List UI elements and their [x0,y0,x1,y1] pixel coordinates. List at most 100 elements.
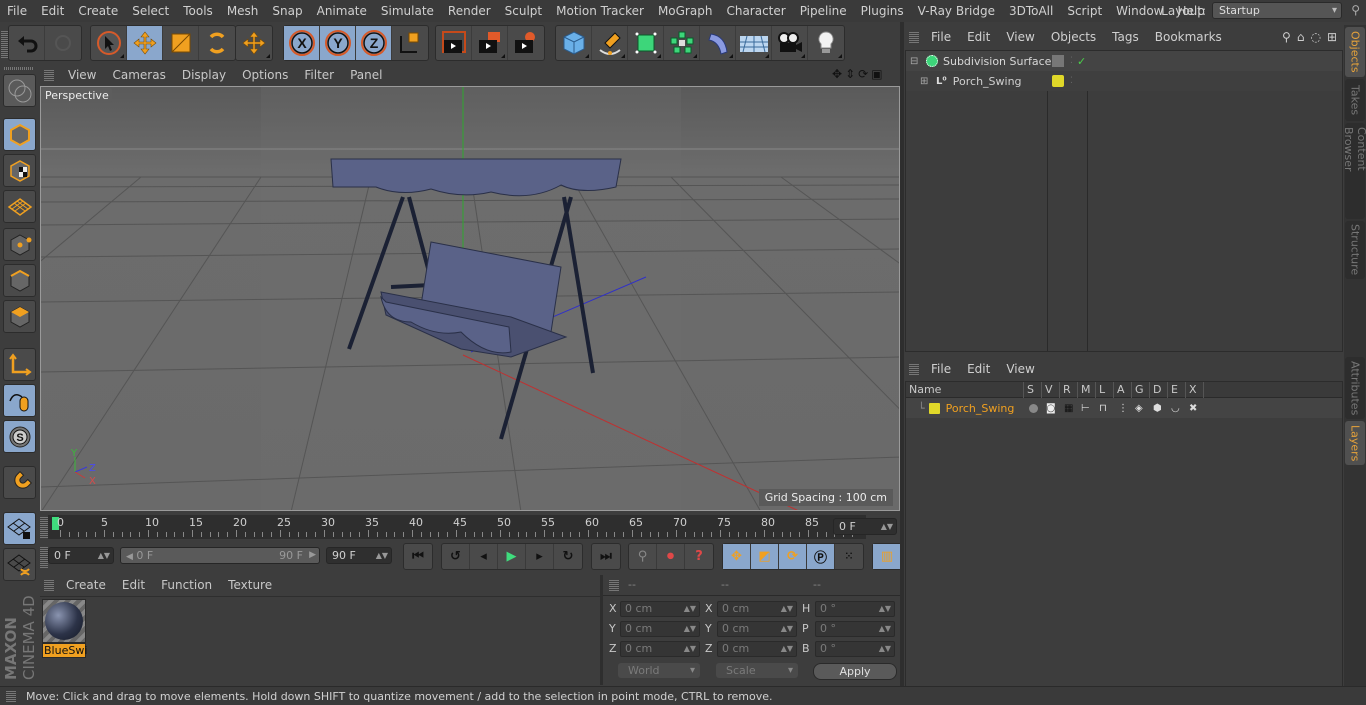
play-button[interactable]: ▶ [498,544,526,569]
object-row-porch-swing[interactable]: ⊞ L⁰ Porch_Swing ⁚ [906,71,1342,91]
visibility-dots-icon[interactable]: ⁚ [1070,76,1073,86]
tab-takes[interactable]: Takes [1345,79,1365,121]
layout-dropdown[interactable]: Startup [1212,2,1342,19]
tab-objects[interactable]: Objects [1345,27,1365,77]
material-menu-texture[interactable]: Texture [220,578,280,592]
key-parameter-button[interactable]: Ⓟ [807,544,835,569]
render-settings-button[interactable] [508,26,544,60]
layer-row[interactable]: └ Porch_Swing ◙ ▦ ⊢ ⊓ ⋮ ◈ ⬢ ◡ ✖ [906,398,1342,418]
rotate-tool-button[interactable] [199,26,235,60]
x-axis-button[interactable]: X [284,26,320,60]
viewport-menu-options[interactable]: Options [234,68,296,82]
object-name[interactable]: Porch_Swing [953,75,1022,88]
menu-edit[interactable]: Edit [34,4,71,18]
expression-icon[interactable]: ◡ [1171,403,1180,414]
record-button[interactable]: ⏺ [657,544,685,569]
edges-mode-button[interactable] [3,264,36,297]
render-picture-viewer-button[interactable] [472,26,508,60]
texture-mode-button[interactable] [3,154,36,187]
go-to-end-button[interactable]: ⏭ [592,544,620,569]
menu-tools[interactable]: Tools [176,4,220,18]
coordinates-grip[interactable] [609,579,619,591]
object-row-subdivision[interactable]: ⊟ Subdivision Surface ⁚ ✓ [906,51,1342,71]
snap-mode-button[interactable]: S [3,420,36,453]
layer-color-swatch[interactable] [928,402,940,414]
generator-icon[interactable]: ◈ [1135,403,1143,414]
column-locked[interactable]: L [1096,382,1114,398]
expand-icon[interactable]: ⊞ [920,76,932,87]
objects-menu-objects[interactable]: Objects [1043,30,1104,44]
menu-pipeline[interactable]: Pipeline [793,4,854,18]
cloner-button[interactable] [664,26,700,60]
position-x-field[interactable]: 0 cm ▲▼ [620,601,700,617]
viewport-3d[interactable]: Y Z X Grid Spacing : 100 cm [40,86,900,511]
left-toolbar-grip[interactable] [4,67,34,70]
end-frame-field[interactable]: 90 F ▲▼ [326,547,392,564]
menu-file[interactable]: File [0,4,34,18]
material-menu-edit[interactable]: Edit [114,578,153,592]
menu-create[interactable]: Create [71,4,125,18]
tab-content-browser[interactable]: Content Browser [1342,123,1366,219]
rotation-p-field[interactable]: 0 ° ▲▼ [815,621,895,637]
scale-tool-button[interactable] [163,26,199,60]
size-x-field[interactable]: 0 cm ▲▼ [717,601,797,617]
column-manager[interactable]: M [1078,382,1096,398]
menu-character[interactable]: Character [719,4,792,18]
column-generators[interactable]: G [1132,382,1150,398]
workplane-align-button[interactable] [3,548,36,581]
column-deformers[interactable]: D [1150,382,1168,398]
objects-menu-bookmarks[interactable]: Bookmarks [1147,30,1230,44]
render-view-button[interactable] [436,26,472,60]
undo-button[interactable] [9,26,45,60]
model-mode-button[interactable] [3,118,36,151]
size-z-field[interactable]: 0 cm ▲▼ [717,641,797,657]
key-rotation-button[interactable]: ⟳ [779,544,807,569]
previous-frame-button[interactable]: ◂ [470,544,498,569]
layers-menu-edit[interactable]: Edit [959,362,998,376]
deformer-button[interactable] [700,26,736,60]
axis-mode-button[interactable] [3,348,36,381]
deformer-icon[interactable]: ⬢ [1153,403,1162,414]
objects-menu-edit[interactable]: Edit [959,30,998,44]
move-tool-button[interactable] [127,26,163,60]
y-axis-button[interactable]: Y [320,26,356,60]
menu-3dtoall[interactable]: 3DToAll [1002,4,1060,18]
layer-manager-grip[interactable] [909,363,919,375]
objects-menu-file[interactable]: File [923,30,959,44]
frame-range-slider[interactable]: ◀ 0 F 90 F ▶ [120,547,320,564]
column-name[interactable]: Name [906,382,1024,398]
floor-button[interactable] [736,26,772,60]
next-frame-button[interactable]: ▸ [526,544,554,569]
camera-button[interactable] [772,26,808,60]
layer-color-tag[interactable] [1052,75,1064,87]
autokey-button[interactable]: ? [685,544,713,569]
maximize-view-icon[interactable]: ▣ [871,67,882,81]
tab-structure[interactable]: Structure [1345,221,1365,279]
menu-vray-bridge[interactable]: V-Ray Bridge [911,4,1002,18]
menu-motion-tracker[interactable]: Motion Tracker [549,4,651,18]
solo-toggle-icon[interactable] [1029,403,1038,413]
menu-script[interactable]: Script [1060,4,1109,18]
make-editable-button[interactable] [3,74,36,107]
menu-plugins[interactable]: Plugins [854,4,911,18]
menu-sculpt[interactable]: Sculpt [498,4,549,18]
object-manager-grip[interactable] [909,31,919,43]
objects-menu-tags[interactable]: Tags [1104,30,1147,44]
visible-eye-icon[interactable]: ◙ [1046,403,1056,414]
tab-attributes[interactable]: Attributes [1345,357,1365,419]
rotation-h-field[interactable]: 0 ° ▲▼ [815,601,895,617]
go-to-start-button[interactable]: ⏮ [404,544,432,569]
viewport-menu-display[interactable]: Display [174,68,234,82]
range-right-arrow[interactable]: ▶ [309,548,316,563]
keyframe-selection-button[interactable]: ⚲ [629,544,657,569]
timeline-window-button[interactable]: ▥ [873,544,901,569]
objects-menu-view[interactable]: View [998,30,1042,44]
home-icon[interactable]: ⌂ [1297,30,1305,44]
animation-icon[interactable]: ⋮ [1118,403,1128,414]
workplane-lock-button[interactable] [3,512,36,545]
column-xref[interactable]: X [1186,382,1204,398]
material-name[interactable]: BlueSwi [42,643,87,658]
next-key-button[interactable]: ↻ [554,544,582,569]
polygons-mode-button[interactable] [3,300,36,333]
menu-simulate[interactable]: Simulate [374,4,441,18]
